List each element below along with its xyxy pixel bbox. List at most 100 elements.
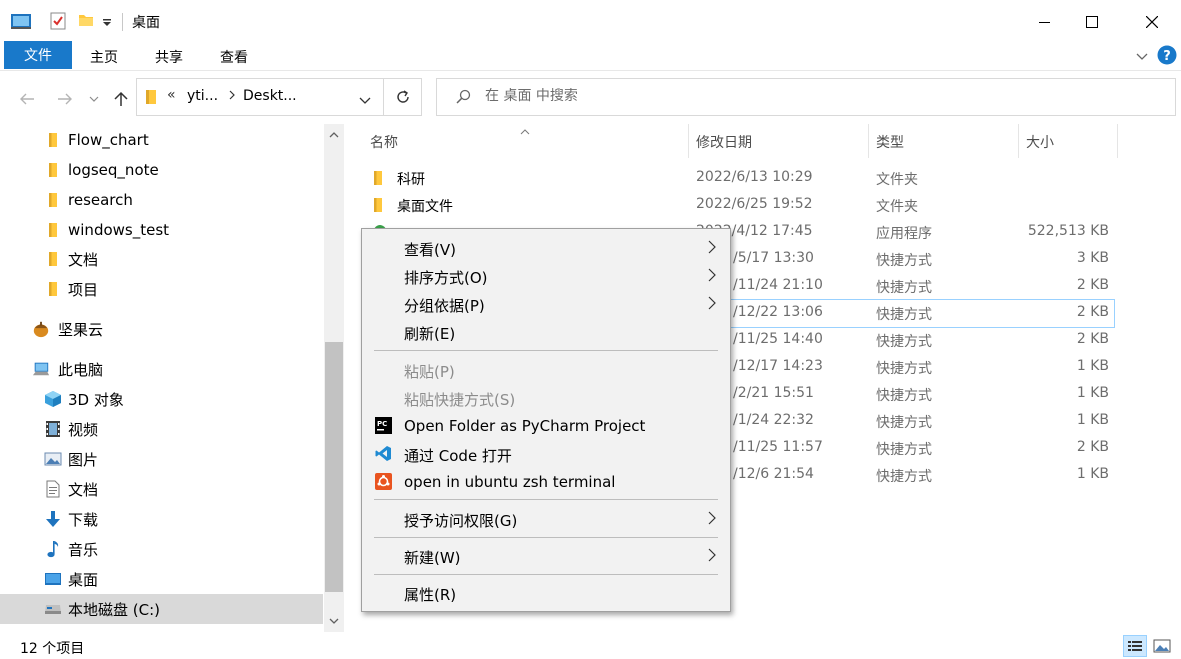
tab-view[interactable]: 查看 [220,47,248,67]
nav-item-docs-folder[interactable]: 文档 [0,244,323,274]
nav-item-pictures[interactable]: 图片 [0,444,323,474]
nav-item-music[interactable]: 音乐 [0,534,323,564]
file-size: 2 KB [1076,331,1109,347]
nav-item-documents[interactable]: 文档 [0,474,323,504]
drive-icon [44,600,62,618]
nav-item-videos[interactable]: 视频 [0,414,323,444]
submenu-arrow-icon [708,511,716,529]
refresh-button[interactable] [384,78,422,116]
search-input[interactable] [485,88,1085,104]
nav-item-research[interactable]: research [0,185,323,215]
nav-item-3d-objects[interactable]: 3D 对象 [0,384,323,414]
menu-item-label: 排序方式(O) [404,269,488,287]
navigation-scrollbar[interactable] [324,124,344,632]
download-icon [44,510,62,528]
menu-item-properties[interactable]: 属性(R) [364,579,728,607]
column-header-size[interactable]: 大小 [1026,132,1054,152]
menu-item-open-code[interactable]: 通过 Code 打开 [364,440,728,468]
address-dropdown-icon[interactable] [359,93,371,109]
folder-icon [373,197,383,217]
nav-item-desktop[interactable]: 桌面 [0,564,323,594]
file-type: 快捷方式 [876,280,932,296]
svg-text:?: ? [1163,49,1171,64]
scrollbar-thumb[interactable] [325,342,343,592]
file-row[interactable]: 科研 2022/6/13 10:29 文件夹 [367,165,1115,192]
file-type: 快捷方式 [876,361,932,377]
menu-item-open-pycharm[interactable]: PC Open Folder as PyCharm Project [364,412,728,440]
large-icons-view-icon [1153,639,1171,653]
video-icon [44,420,62,438]
menu-item-paste-shortcut[interactable]: 粘贴快捷方式(S) [364,384,728,412]
column-header-type[interactable]: 类型 [876,132,904,152]
menu-item-label: 新建(W) [404,549,461,567]
scroll-down-icon[interactable] [328,616,340,628]
chevron-right-icon[interactable] [228,89,236,105]
help-icon[interactable]: ? [1157,45,1177,69]
new-folder-quick-icon[interactable] [78,12,94,32]
nav-item-label: 坚果云 [58,320,104,339]
nav-item-label: 下载 [68,510,99,529]
file-date: /12/6 21:54 [733,466,814,482]
folder-icon [44,250,62,268]
column-divider[interactable] [868,124,869,158]
menu-separator [374,537,718,538]
minimize-button[interactable] [1022,0,1068,44]
menu-item-label: 授予访问权限(G) [404,512,518,530]
nav-item-downloads[interactable]: 下载 [0,504,323,534]
breadcrumb-current[interactable]: Deskt... [243,88,297,104]
computer-icon [32,360,50,378]
menu-item-ubuntu-terminal[interactable]: open in ubuntu zsh terminal [364,468,728,496]
column-divider[interactable] [1117,124,1118,158]
search-box[interactable] [436,78,1176,116]
file-type: 快捷方式 [876,469,932,485]
details-view-button[interactable] [1123,635,1147,657]
file-size: 2 KB [1076,439,1109,455]
properties-quick-icon[interactable] [50,12,66,34]
customize-toolbar-icon[interactable] [102,16,112,32]
back-button[interactable] [16,88,38,110]
column-header-name[interactable]: 名称 [370,132,398,152]
maximize-button[interactable] [1069,0,1115,44]
tab-share[interactable]: 共享 [155,47,183,67]
navigation-pane: Flow_chart logseq_note research windows_… [0,124,345,632]
nav-item-flow-chart[interactable]: Flow_chart [0,125,323,155]
nav-item-label: 音乐 [68,540,99,559]
address-bar[interactable]: « yti... Deskt... [136,78,384,116]
file-size: 1 KB [1076,385,1109,401]
close-button[interactable] [1129,0,1175,44]
nav-item-logseq-note[interactable]: logseq_note [0,155,323,185]
file-type: 快捷方式 [876,253,932,269]
file-size: 1 KB [1076,412,1109,428]
menu-item-view[interactable]: 查看(V) [364,234,728,262]
menu-item-label: 查看(V) [404,241,456,259]
large-icons-view-button[interactable] [1150,635,1174,657]
nav-item-this-pc[interactable]: 此电脑 [0,354,323,384]
up-button[interactable] [110,88,132,110]
menu-item-new[interactable]: 新建(W) [364,542,728,570]
recent-locations-button[interactable] [86,88,102,110]
explorer-window-icon[interactable] [10,12,32,34]
expand-ribbon-icon[interactable] [1136,49,1148,65]
file-size: 2 KB [1076,304,1109,320]
menu-item-label: 粘贴快捷方式(S) [404,391,516,409]
tab-home[interactable]: 主页 [90,47,118,67]
column-divider[interactable] [688,124,689,158]
nav-item-windows-test[interactable]: windows_test [0,215,323,245]
scroll-up-icon[interactable] [328,130,340,142]
forward-button[interactable] [54,88,76,110]
menu-item-give-access[interactable]: 授予访问权限(G) [364,505,728,533]
nav-item-projects[interactable]: 项目 [0,274,323,304]
nav-item-jianguoyun[interactable]: 坚果云 [0,314,323,344]
menu-item-refresh[interactable]: 刷新(E) [364,318,728,346]
nav-item-local-disk-c[interactable]: 本地磁盘 (C:) [0,594,323,624]
address-overflow[interactable]: « [167,87,176,103]
column-header-date[interactable]: 修改日期 [696,132,752,152]
menu-item-group[interactable]: 分组依据(P) [364,290,728,318]
menu-item-paste[interactable]: 粘贴(P) [364,356,728,384]
column-divider[interactable] [1018,124,1019,158]
breadcrumb-segment[interactable]: yti... [187,88,218,104]
file-row[interactable]: 桌面文件 2022/6/25 19:52 文件夹 [367,192,1115,219]
tab-file[interactable]: 文件 [4,41,72,69]
menu-item-sort[interactable]: 排序方式(O) [364,262,728,290]
context-menu: 查看(V) 排序方式(O) 分组依据(P) 刷新(E) 粘贴(P) 粘贴快捷方式… [361,228,731,612]
